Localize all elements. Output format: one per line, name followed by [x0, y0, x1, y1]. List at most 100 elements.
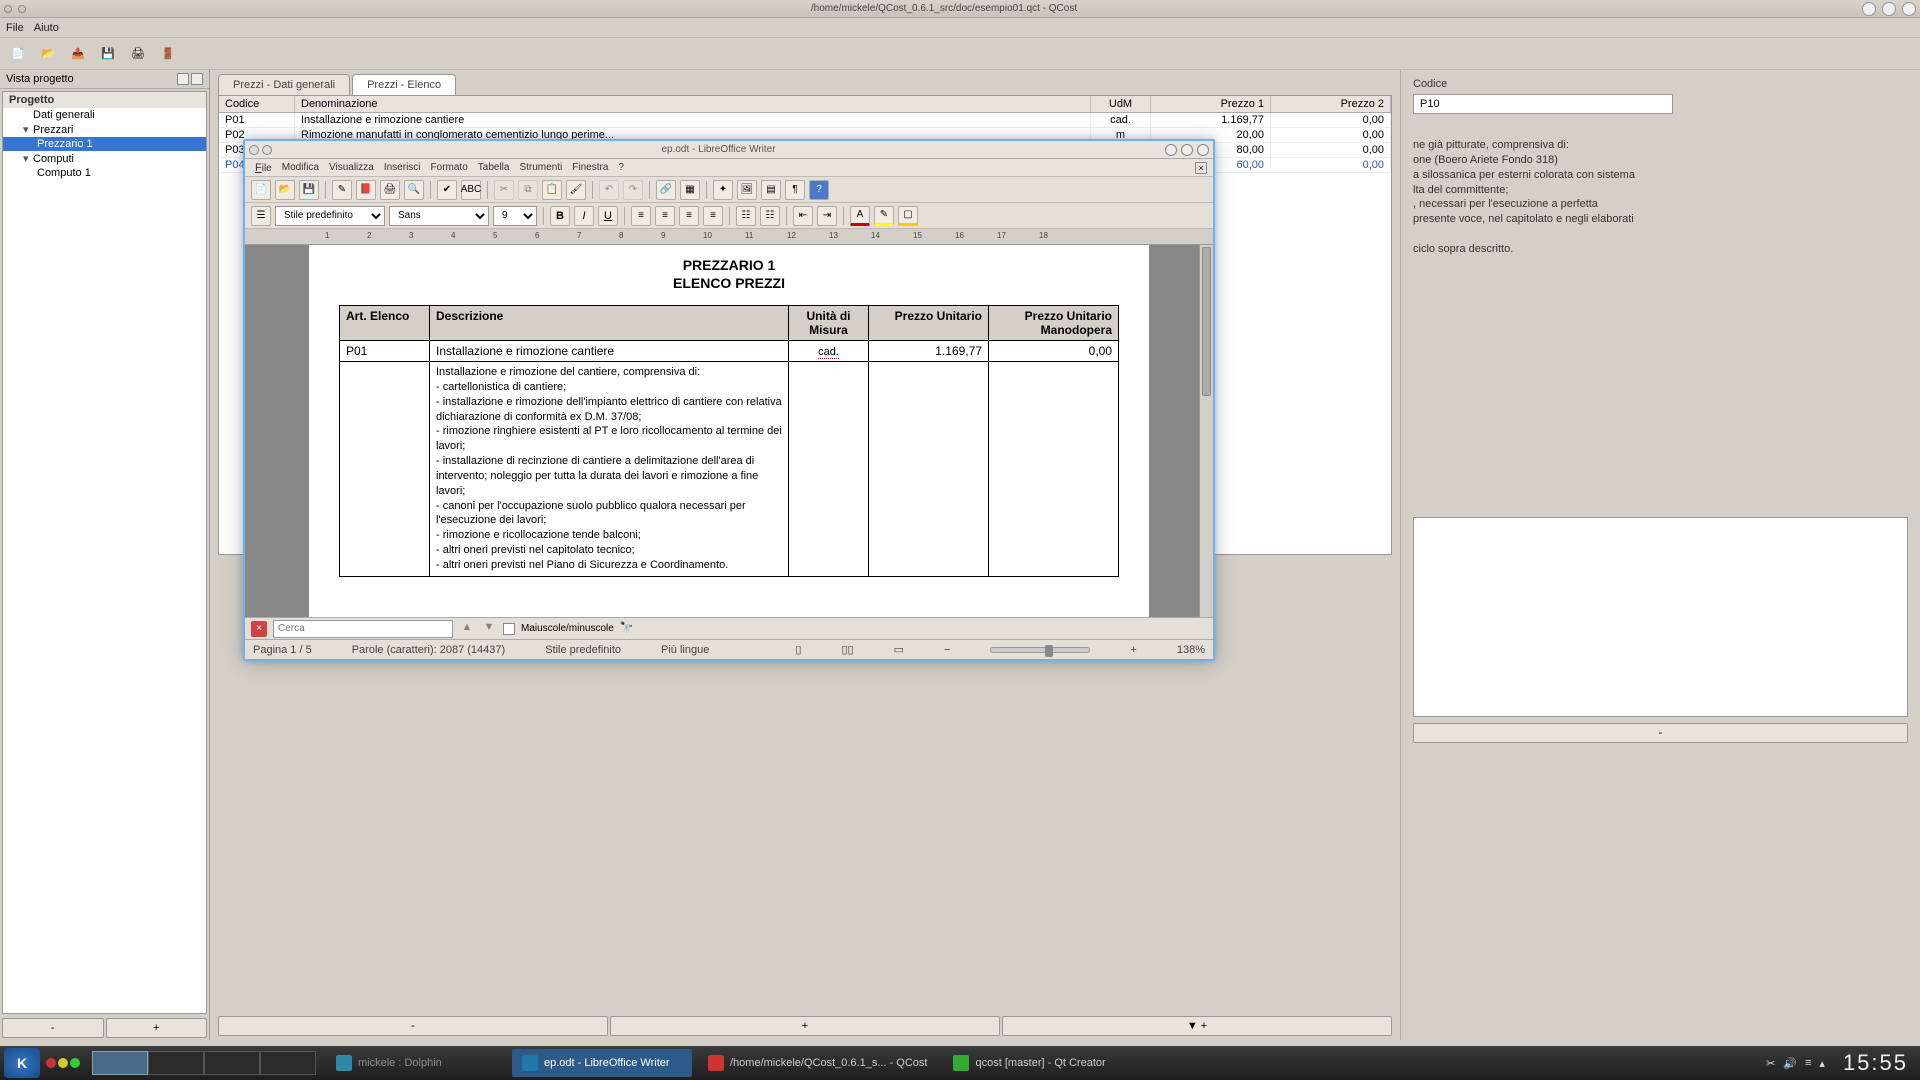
lo-format-paint-icon[interactable]: 🖌 [566, 180, 586, 200]
new-file-icon[interactable]: 📄 [6, 42, 30, 66]
tree-item-computi[interactable]: ▾Computi [3, 151, 206, 166]
project-tree[interactable]: Progetto Dati generali ▾Prezzari Prezzar… [2, 91, 207, 1014]
lo-page[interactable]: PREZZARIO 1 ELENCO PREZZI Art. Elenco De… [309, 245, 1149, 617]
lo-preview-icon[interactable]: 🔍 [404, 180, 424, 200]
lo-redo-icon[interactable]: ↷ [623, 180, 643, 200]
lo-indent-inc-icon[interactable]: ⇥ [817, 206, 837, 226]
detail-textarea[interactable] [1413, 517, 1908, 717]
lo-status-style[interactable]: Stile predefinito [545, 644, 621, 656]
lo-minimize-button[interactable] [1165, 144, 1177, 156]
lo-list-num-icon[interactable]: ☷ [736, 206, 756, 226]
tree-item-prezzario-1[interactable]: Prezzario 1 [3, 137, 206, 151]
lo-help-icon[interactable]: ? [809, 180, 829, 200]
lo-zoom-out-icon[interactable]: − [944, 644, 950, 656]
lo-window-sticky-icon[interactable] [262, 145, 272, 155]
td-art-empty[interactable] [340, 362, 430, 577]
lo-window-menu-icon[interactable] [249, 145, 259, 155]
grid-header-prezzo2[interactable]: Prezzo 2 [1271, 96, 1391, 112]
tree-item-computo-1[interactable]: Computo 1 [3, 166, 206, 180]
pager-desktop-1[interactable] [92, 1051, 148, 1075]
lo-align-center-icon[interactable]: ≡ [655, 206, 675, 226]
lo-menu-formato[interactable]: Formato [431, 162, 468, 173]
lo-underline-icon[interactable]: U [598, 206, 618, 226]
tree-item-prezzari[interactable]: ▾Prezzari [3, 122, 206, 137]
lo-font-color-icon[interactable]: A [850, 206, 870, 226]
activity-dot-yellow-icon[interactable] [58, 1058, 68, 1068]
pager-desktop-3[interactable] [204, 1051, 260, 1075]
lo-navigator-icon[interactable]: ✦ [713, 180, 733, 200]
lo-size-select[interactable]: 9 [493, 206, 537, 226]
lo-view-multi-icon[interactable]: ▯▯ [841, 643, 853, 656]
grid-header-prezzo1[interactable]: Prezzo 1 [1151, 96, 1271, 112]
taskbar-task-qtcreator[interactable]: qcost [master] - Qt Creator [943, 1049, 1123, 1077]
grid-row[interactable]: P01 Installazione e rimozione cantiere c… [219, 113, 1391, 128]
lo-list-bullet-icon[interactable]: ☷ [760, 206, 780, 226]
lo-menu-finestra[interactable]: Finestra [572, 162, 608, 173]
pager-desktop-2[interactable] [148, 1051, 204, 1075]
lo-view-single-icon[interactable]: ▯ [795, 643, 801, 656]
lo-status-page[interactable]: Pagina 1 / 5 [253, 644, 312, 656]
lo-menu-visualizza[interactable]: Visualizza [329, 162, 374, 173]
lo-save-icon[interactable]: 💾 [299, 180, 319, 200]
lo-menu-tabella[interactable]: Tabella [478, 162, 510, 173]
window-sticky-icon[interactable] [18, 5, 26, 13]
lo-highlight-icon[interactable]: ✎ [874, 206, 894, 226]
lo-vertical-scrollbar[interactable] [1199, 245, 1213, 617]
desktop-pager[interactable] [92, 1051, 316, 1075]
center-add-child-button[interactable]: ▼ + [1002, 1016, 1392, 1036]
lo-paste-icon[interactable]: 📋 [542, 180, 562, 200]
lo-find-case-checkbox[interactable] [503, 623, 515, 635]
export-icon[interactable]: 📤 [66, 42, 90, 66]
lo-titlebar[interactable]: ep.odt - LibreOffice Writer [245, 141, 1213, 159]
lo-indent-dec-icon[interactable]: ⇤ [793, 206, 813, 226]
td-desc-head[interactable]: Installazione e rimozione cantiere [430, 341, 789, 362]
taskbar-task-libreoffice[interactable]: ep.odt - LibreOffice Writer [512, 1049, 692, 1077]
sidebar-remove-button[interactable]: - [2, 1018, 104, 1038]
lo-edit-icon[interactable]: ✎ [332, 180, 352, 200]
window-menu-icon[interactable] [4, 5, 12, 13]
lo-autocheck-icon[interactable]: ABC [461, 180, 481, 200]
td-pum[interactable]: 0,00 [989, 341, 1119, 362]
lo-menu-strumenti[interactable]: Strumenti [519, 162, 562, 173]
lo-print-icon[interactable]: 🖨 [380, 180, 400, 200]
lo-menu-file[interactable]: File [255, 162, 272, 174]
window-maximize-button[interactable] [1882, 2, 1896, 16]
lo-find-prev-icon[interactable]: ▲ [459, 621, 475, 637]
panel-remove-button[interactable]: - [1413, 723, 1908, 743]
lo-datasource-icon[interactable]: ▤ [761, 180, 781, 200]
lo-close-doc-button[interactable]: × [1195, 162, 1207, 174]
window-close-button[interactable] [1902, 2, 1916, 16]
lo-ruler[interactable]: 123456789101112131415161718 [245, 229, 1213, 245]
menu-file[interactable]: File [6, 22, 24, 34]
lo-open-icon[interactable]: 📂 [275, 180, 295, 200]
lo-styles-icon[interactable]: ☰ [251, 206, 271, 226]
tree-item-dati-generali[interactable]: Dati generali [3, 108, 206, 122]
open-folder-icon[interactable]: 📂 [36, 42, 60, 66]
pager-desktop-4[interactable] [260, 1051, 316, 1075]
lo-find-input[interactable] [273, 620, 453, 638]
grid-header-codice[interactable]: Codice [219, 96, 295, 112]
lo-find-close-button[interactable]: × [251, 621, 267, 637]
lo-close-button[interactable] [1197, 144, 1209, 156]
doc-table[interactable]: Art. Elenco Descrizione Unità di Misura … [339, 305, 1119, 577]
td-art[interactable]: P01 [340, 341, 430, 362]
tab-elenco[interactable]: Prezzi - Elenco [352, 74, 456, 95]
taskbar-task-dolphin[interactable]: mickele : Dolphin [326, 1049, 506, 1077]
lo-font-select[interactable]: Sans [389, 206, 489, 226]
tray-clipboard-icon[interactable]: ✂ [1766, 1057, 1775, 1070]
lo-find-next-icon[interactable]: ▼ [481, 621, 497, 637]
lo-align-right-icon[interactable]: ≡ [679, 206, 699, 226]
sidebar-add-button[interactable]: + [106, 1018, 208, 1038]
taskbar-clock[interactable]: 15:55 [1835, 1050, 1916, 1076]
center-remove-button[interactable]: - [218, 1016, 608, 1036]
exit-icon[interactable]: 🚪 [156, 42, 180, 66]
print-icon[interactable]: 🖨 [126, 42, 150, 66]
save-icon[interactable]: 💾 [96, 42, 120, 66]
lo-gallery-icon[interactable]: 🖼 [737, 180, 757, 200]
tray-expand-icon[interactable]: ▴ [1819, 1057, 1825, 1070]
lo-bold-icon[interactable]: B [550, 206, 570, 226]
td-udm[interactable]: cad. [789, 341, 869, 362]
lo-menu-help[interactable]: ? [618, 162, 624, 173]
td-desc-body[interactable]: Installazione e rimozione del cantiere, … [430, 362, 789, 577]
lo-align-left-icon[interactable]: ≡ [631, 206, 651, 226]
